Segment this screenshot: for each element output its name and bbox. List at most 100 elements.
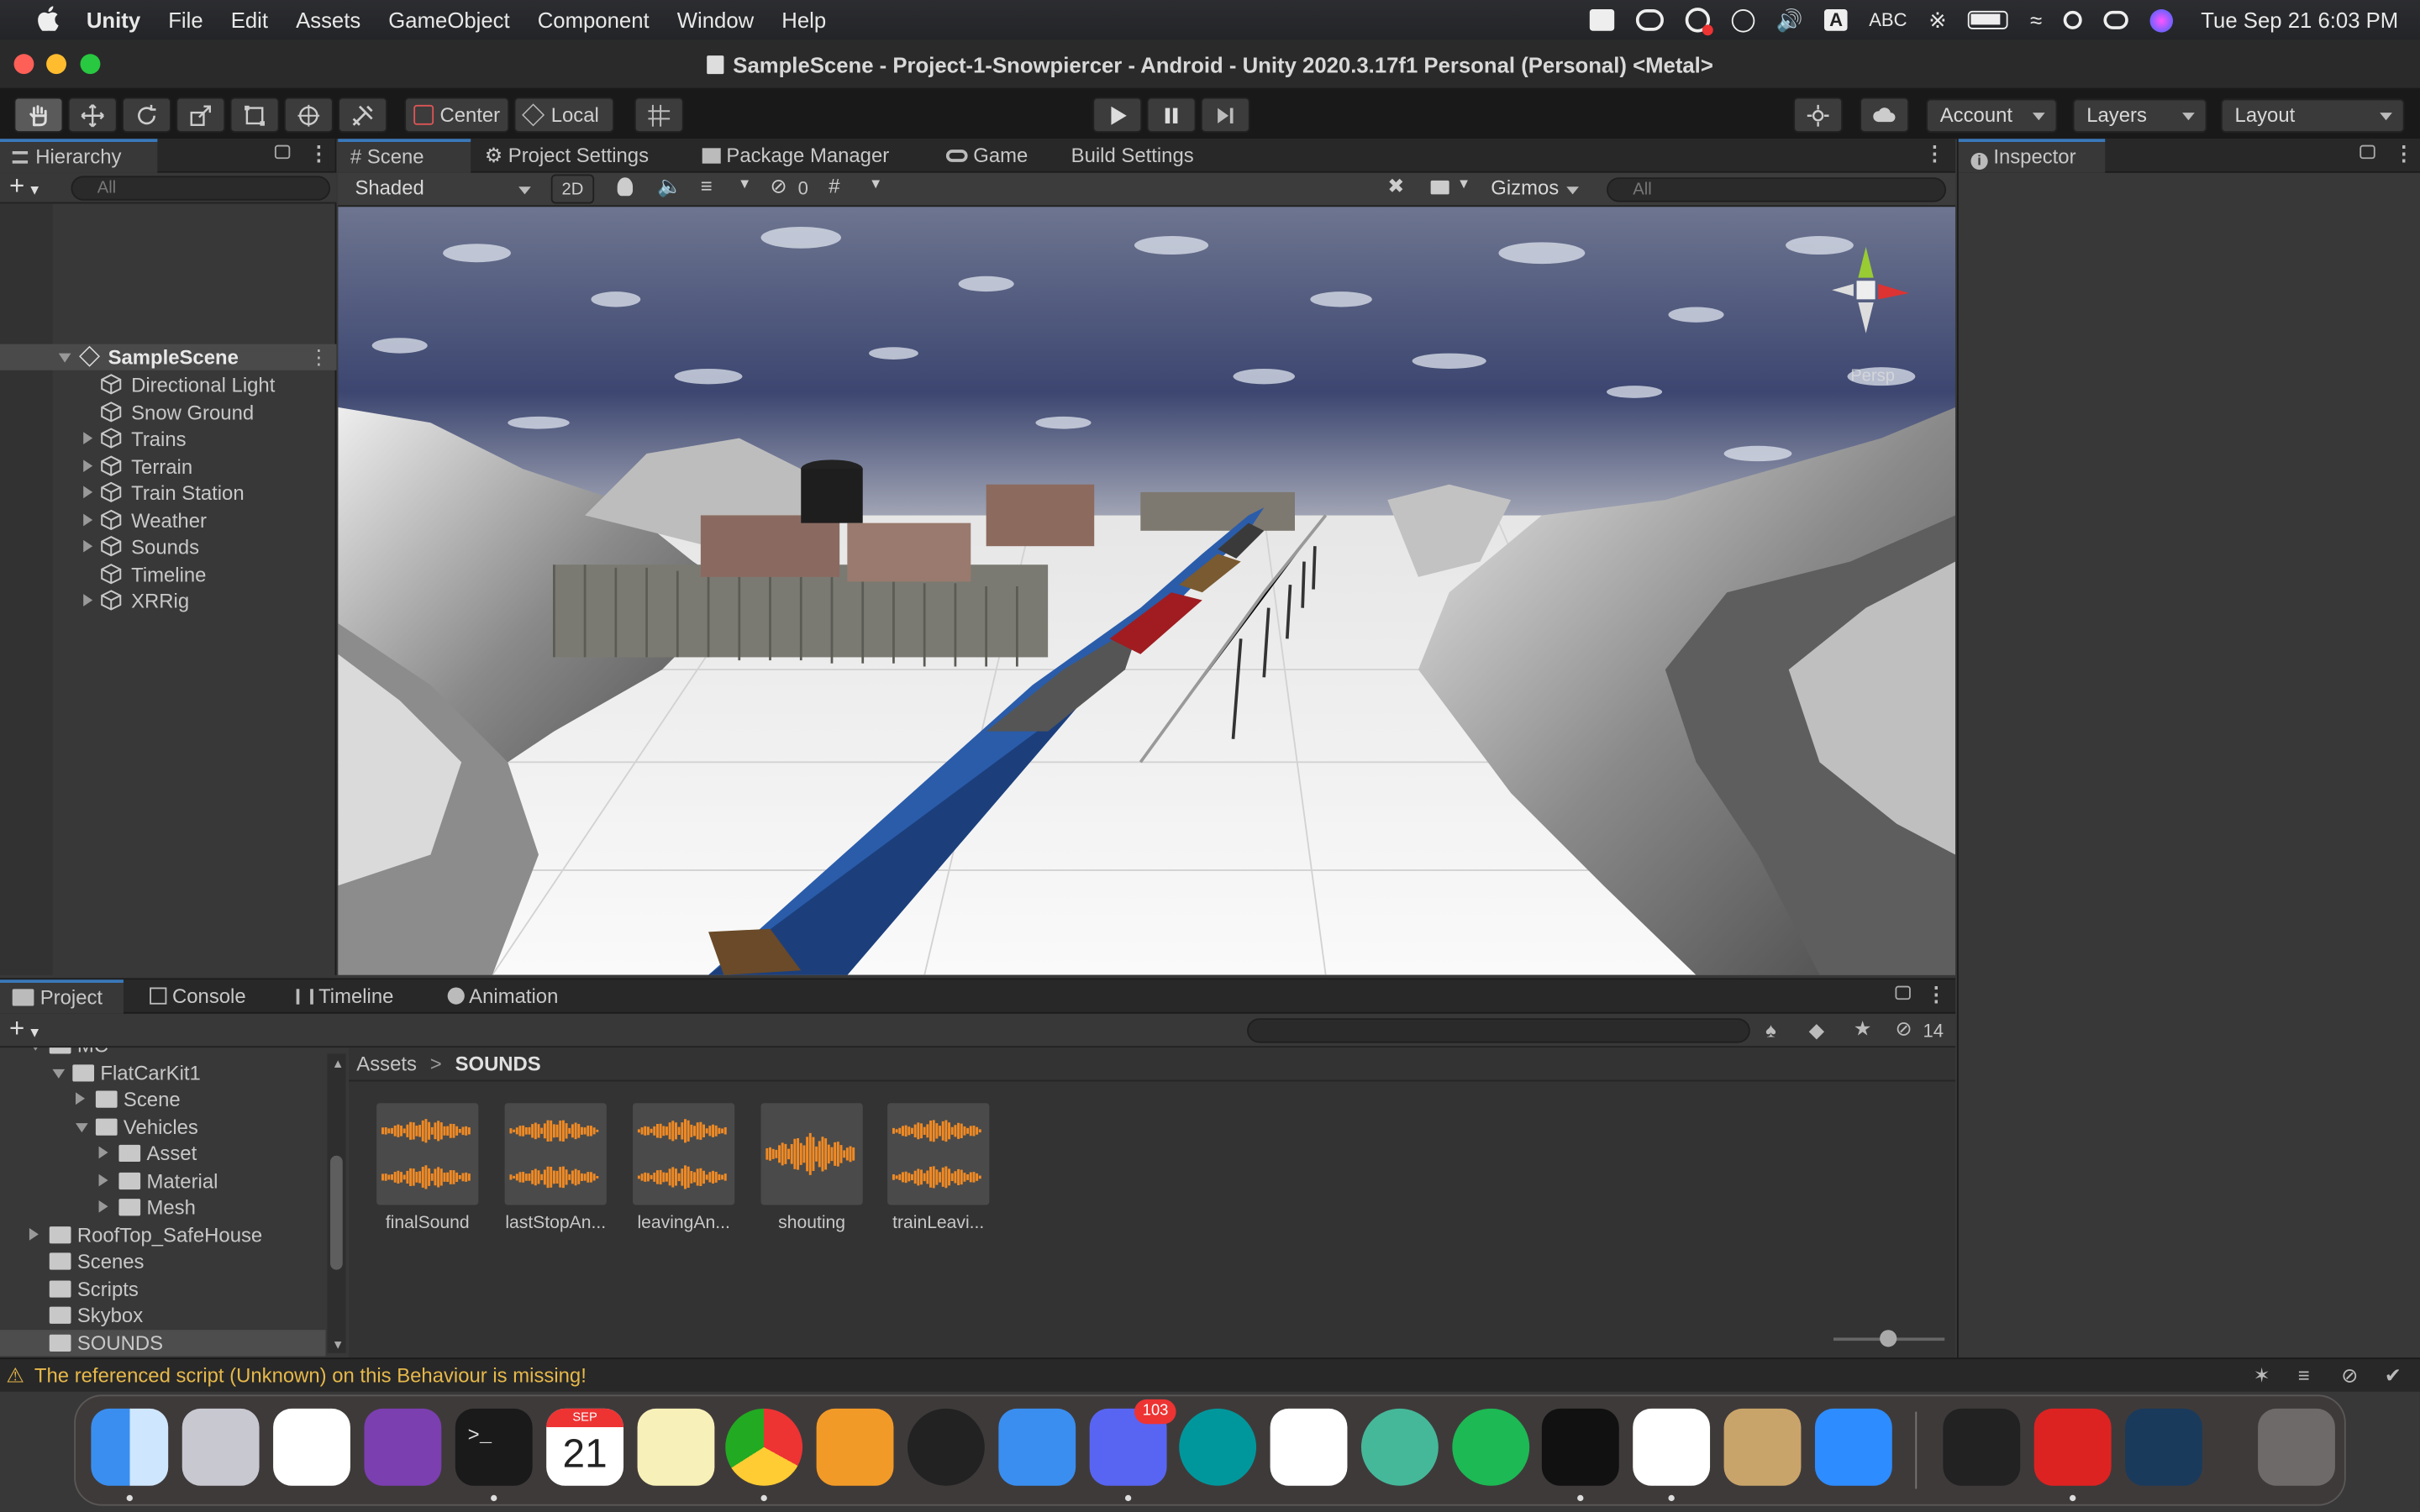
battery-icon[interactable]	[1968, 10, 2009, 29]
tab-hierarchy[interactable]: Hierarchy	[0, 139, 158, 173]
expand-arrow-icon[interactable]	[29, 1227, 45, 1240]
audio-asset[interactable]: trainLeavi...	[886, 1103, 991, 1233]
input-source-label[interactable]: ABC	[1869, 9, 1907, 31]
tab-animation[interactable]: Animation	[435, 979, 571, 1013]
search-by-type-icon[interactable]: ♠	[1765, 1018, 1776, 1042]
cloud-services-button[interactable]	[1860, 97, 1909, 133]
pivot-center-toggle[interactable]: Center	[404, 97, 510, 133]
expand-arrow-icon[interactable]	[58, 353, 71, 369]
effects-toggle-icon[interactable]: ≡	[701, 175, 713, 198]
slack-icon[interactable]	[273, 1408, 350, 1486]
calendar-icon[interactable]: SEP 21	[546, 1408, 624, 1486]
grid-toggle-icon[interactable]: #	[829, 175, 839, 198]
collab-button[interactable]	[1793, 97, 1844, 133]
search-by-label-icon[interactable]: ◆	[1809, 1018, 1824, 1042]
expand-arrow-icon[interactable]	[75, 1122, 88, 1137]
trash-icon[interactable]	[2258, 1408, 2335, 1486]
kebab-menu-icon[interactable]: ⋮	[2394, 142, 2414, 166]
cache-server-icon[interactable]: ≡	[2298, 1359, 2310, 1392]
hierarchy-search-input[interactable]: All	[71, 176, 331, 201]
scene-viewport[interactable]: Persp	[338, 207, 1956, 975]
project-tree-item[interactable]: Scripts	[0, 1275, 326, 1301]
grid-snapping-button[interactable]	[634, 97, 684, 133]
camera-dropdown-icon[interactable]: ▼	[1457, 176, 1470, 191]
menu-component[interactable]: Component	[538, 8, 650, 32]
menu-edit[interactable]: Edit	[231, 8, 268, 32]
archive-utility-icon[interactable]	[1723, 1408, 1802, 1486]
project-tree-item[interactable]: Mesh	[0, 1194, 326, 1221]
breadcrumb-sounds[interactable]: SOUNDS	[455, 1053, 541, 1076]
scene-search-input[interactable]: All	[1607, 177, 1947, 202]
launchpad-icon[interactable]	[182, 1408, 260, 1486]
account-dropdown[interactable]: Account	[1926, 98, 2058, 133]
layout-dropdown[interactable]: Layout	[2221, 98, 2405, 133]
hidden-objects-icon[interactable]: ⊘	[771, 175, 787, 199]
lock-icon[interactable]	[2360, 144, 2375, 160]
project-tree-item[interactable]: Scene	[0, 1086, 326, 1112]
add-object-button[interactable]: + ▼	[9, 171, 41, 202]
audio-asset[interactable]: lastStopAn...	[503, 1103, 608, 1233]
scroll-thumb[interactable]	[330, 1155, 343, 1270]
audio-asset[interactable]: finalSound	[375, 1103, 480, 1233]
menu-assets[interactable]: Assets	[296, 8, 360, 32]
p3-icon[interactable]	[907, 1408, 985, 1486]
hierarchy-item[interactable]: Directional Light	[0, 372, 336, 398]
breadcrumb-assets[interactable]: Assets	[356, 1053, 417, 1076]
tab-game[interactable]: Game	[934, 139, 1040, 172]
volume-icon[interactable]: 🔊	[1776, 7, 1803, 33]
step-button[interactable]	[1200, 97, 1250, 133]
unity-editor-icon[interactable]	[1943, 1408, 2021, 1486]
notes-icon[interactable]	[637, 1408, 715, 1486]
wifi-icon[interactable]: ≈	[2030, 8, 2042, 32]
grid-dropdown-icon[interactable]: ▼	[869, 176, 882, 191]
expand-arrow-icon[interactable]	[98, 1146, 114, 1159]
bug-icon[interactable]: ✶	[2254, 1359, 2270, 1392]
audio-asset[interactable]: shouting	[760, 1103, 865, 1233]
finder-icon[interactable]	[91, 1408, 169, 1486]
status-message[interactable]: The referenced script (Unknown) on this …	[34, 1364, 587, 1388]
scale-tool-button[interactable]	[176, 97, 226, 133]
control-center-icon[interactable]	[2103, 10, 2128, 29]
tree-scrollbar[interactable]: ▲ ▼	[327, 1053, 346, 1353]
layers-dropdown[interactable]: Layers	[2072, 98, 2207, 133]
tab-scene[interactable]: # Scene	[338, 139, 471, 173]
auto-generate-lighting-icon[interactable]: ⊘	[2341, 1359, 2358, 1392]
unity-hub-icon[interactable]	[1541, 1408, 1619, 1486]
bartender-icon[interactable]	[1589, 9, 1614, 31]
rotate-tool-button[interactable]	[122, 97, 171, 133]
menu-file[interactable]: File	[168, 8, 203, 32]
persp-label[interactable]: Persp	[1850, 367, 1895, 386]
expand-arrow-icon[interactable]	[29, 1047, 42, 1057]
project-tree-item[interactable]: Scenes	[0, 1248, 326, 1274]
visual-studio-icon[interactable]	[1270, 1408, 1348, 1486]
project-tree-item[interactable]: SOUNDS	[0, 1329, 326, 1356]
expand-arrow-icon[interactable]	[98, 1173, 114, 1186]
scroll-up-arrow-icon[interactable]: ▲	[332, 1057, 345, 1071]
draw-mode-dropdown[interactable]: Shaded	[342, 174, 542, 204]
expand-arrow-icon[interactable]	[52, 1068, 66, 1084]
tools-icon[interactable]: ✖	[1387, 175, 1404, 199]
siri-icon[interactable]	[2149, 8, 2174, 32]
hierarchy-item[interactable]: Snow Ground	[0, 399, 336, 425]
pause-button[interactable]	[1146, 97, 1197, 133]
camera-icon[interactable]	[1430, 180, 1449, 195]
project-tree-item[interactable]: MC	[0, 1047, 326, 1058]
expand-arrow-icon[interactable]	[83, 512, 98, 526]
lighting-toggle-icon[interactable]	[617, 177, 634, 197]
project-tree-item[interactable]: Material	[0, 1167, 326, 1193]
hierarchy-item[interactable]: XRRig	[0, 588, 336, 614]
creative-cloud-icon[interactable]	[1635, 9, 1664, 31]
apple-icon[interactable]	[37, 5, 59, 34]
project-tree-item[interactable]: RoofTop_SafeHouse	[0, 1221, 326, 1247]
play-button[interactable]	[1092, 97, 1143, 133]
sublime-text-icon[interactable]	[816, 1408, 894, 1486]
scene-options-icon[interactable]: ⋮	[308, 344, 329, 370]
create-asset-button[interactable]: + ▼	[9, 1014, 41, 1045]
discord-icon[interactable]: 103	[1089, 1399, 1176, 1486]
project-tree-item[interactable]: FlatCarKit1	[0, 1059, 326, 1085]
hand-tool-button[interactable]	[13, 97, 64, 133]
tab-timeline[interactable]: Timeline	[284, 979, 406, 1013]
menu-gameobject[interactable]: GameObject	[388, 8, 509, 32]
tab-build-settings[interactable]: Build Settings	[1059, 139, 1206, 172]
expand-arrow-icon[interactable]	[98, 1200, 114, 1213]
